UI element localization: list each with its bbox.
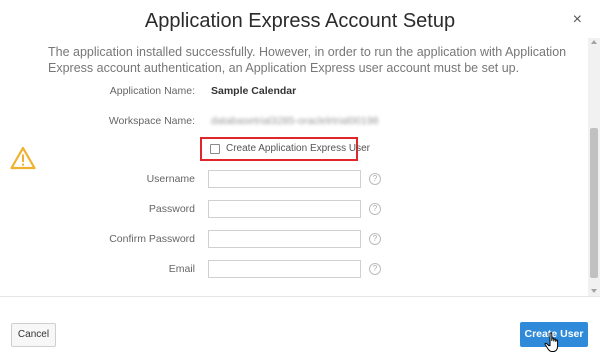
- dialog-header: Application Express Account Setup ×: [0, 0, 600, 40]
- confirm-password-field[interactable]: [208, 230, 361, 248]
- application-name-label: Application Name:: [109, 85, 195, 97]
- username-field[interactable]: [208, 170, 361, 188]
- dialog-body: The application installed successfully. …: [0, 38, 588, 296]
- create-user-checkbox-highlight: Create Application Express User: [200, 137, 370, 161]
- workspace-name-value: databasetrial3285-oraclelrtrial00198: [211, 115, 379, 127]
- intro-message: The application installed successfully. …: [48, 45, 567, 75]
- account-setup-dialog: Application Express Account Setup × The …: [0, 0, 600, 359]
- application-name-value: Sample Calendar: [211, 85, 297, 97]
- help-icon[interactable]: ?: [369, 233, 381, 245]
- help-icon[interactable]: ?: [369, 173, 381, 185]
- scrollbar-thumb[interactable]: [590, 128, 598, 278]
- hand-cursor-icon: [544, 332, 559, 352]
- cancel-button[interactable]: Cancel: [11, 323, 56, 347]
- help-icon[interactable]: ?: [369, 263, 381, 275]
- confirm-password-label: Confirm Password: [109, 233, 195, 245]
- email-label: Email: [168, 263, 195, 275]
- vertical-scrollbar[interactable]: [588, 38, 600, 296]
- close-icon[interactable]: ×: [573, 12, 582, 28]
- warning-icon: [10, 146, 36, 170]
- password-label: Password: [148, 203, 195, 215]
- create-user-checkbox-label[interactable]: Create Application Express User: [226, 143, 370, 154]
- scroll-down-arrow-icon[interactable]: [591, 289, 597, 293]
- create-user-checkbox[interactable]: [210, 144, 220, 154]
- scroll-up-arrow-icon[interactable]: [591, 40, 597, 44]
- username-label: Username: [146, 173, 195, 185]
- workspace-name-label: Workspace Name:: [108, 115, 195, 127]
- dialog-footer: Cancel Create User: [0, 296, 600, 359]
- email-field[interactable]: [208, 260, 361, 278]
- help-icon[interactable]: ?: [369, 203, 381, 215]
- password-field[interactable]: [208, 200, 361, 218]
- dialog-title: Application Express Account Setup: [144, 10, 456, 32]
